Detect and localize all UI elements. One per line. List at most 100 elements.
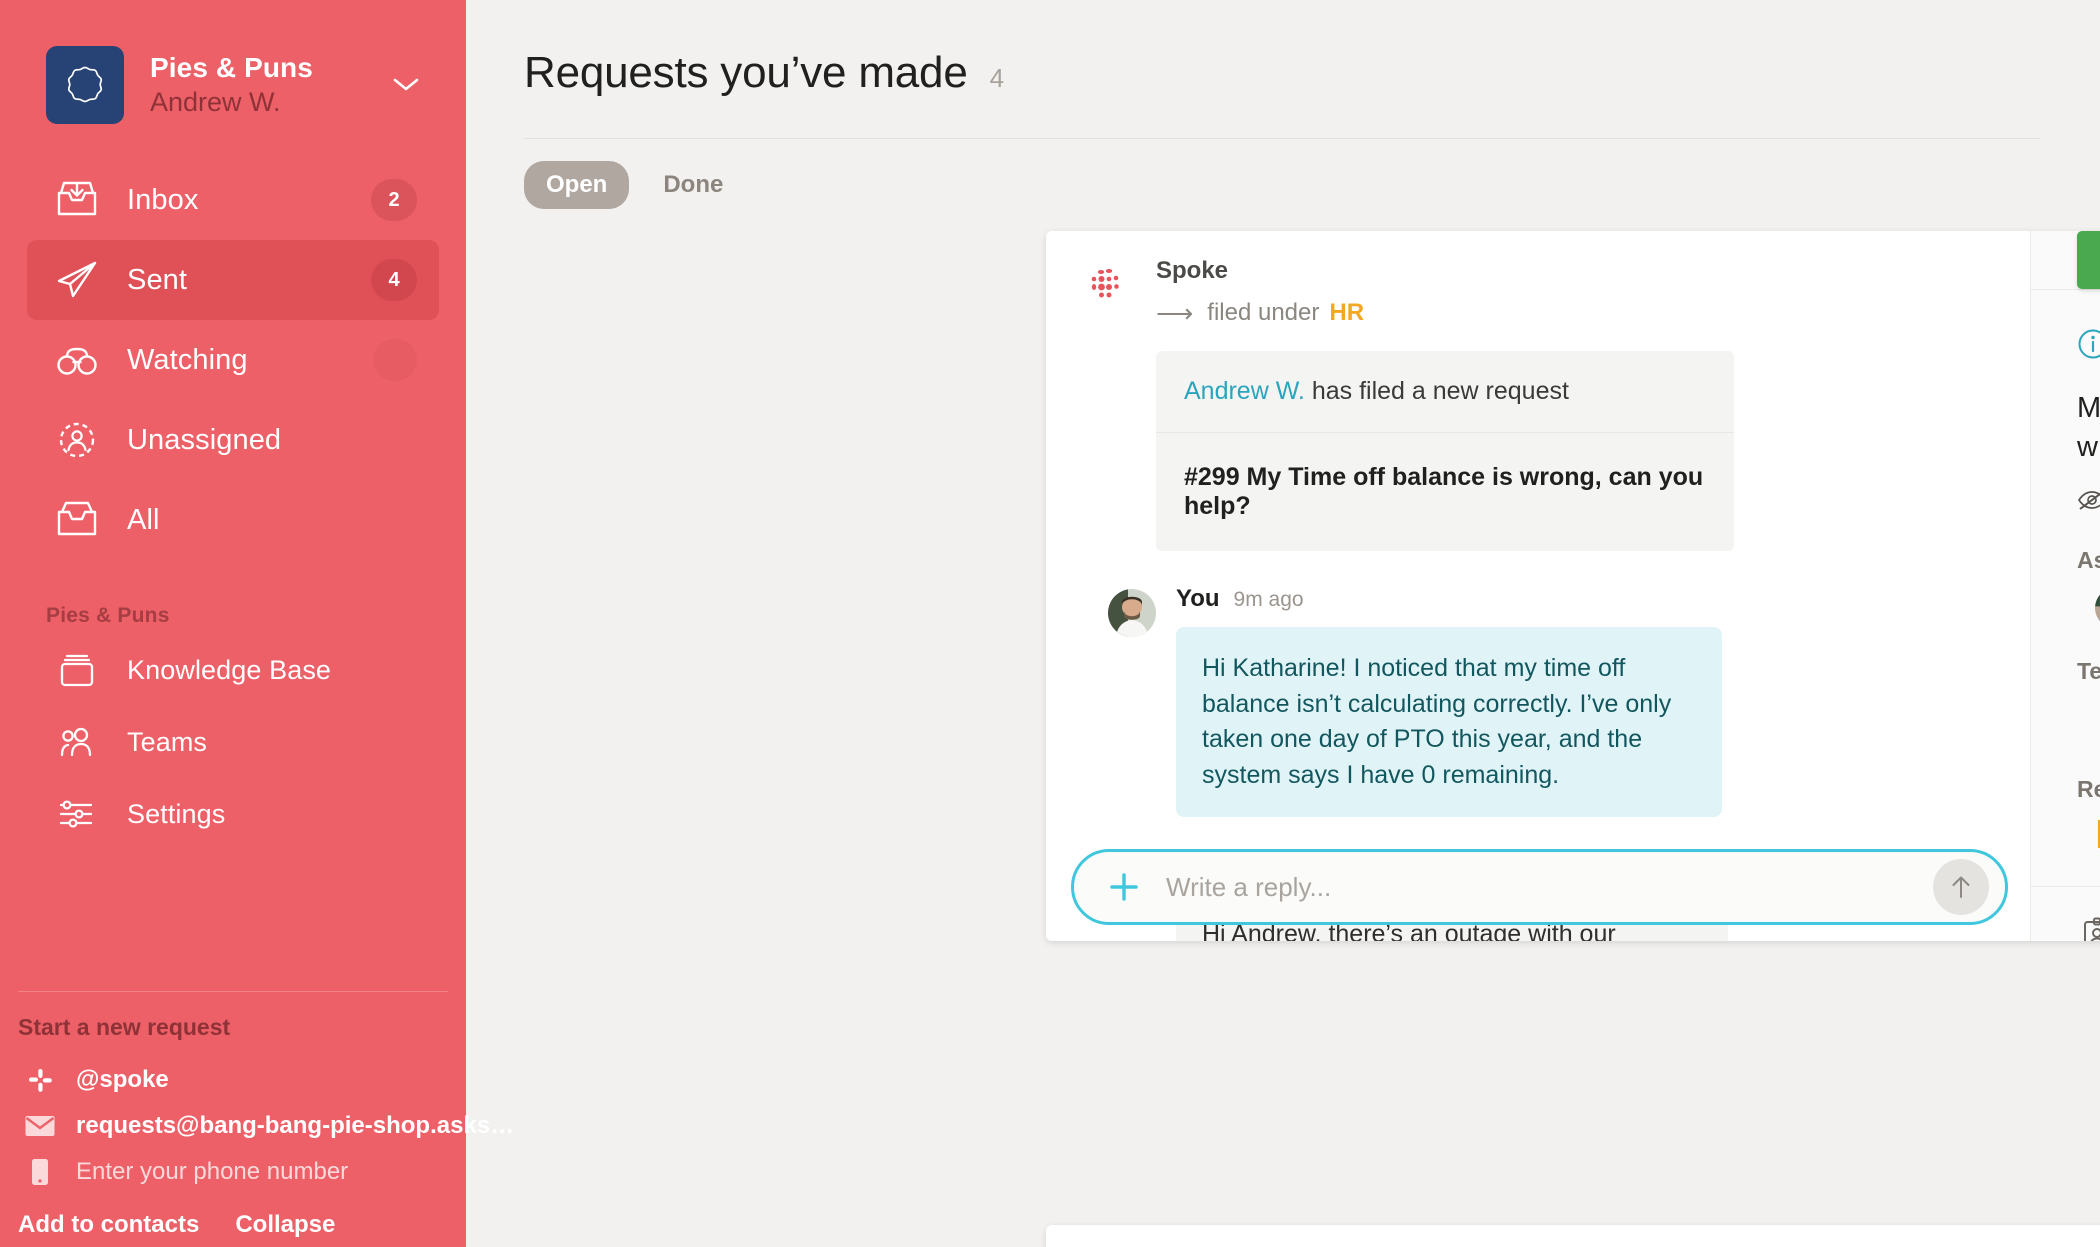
sidebar-section-title: Pies & Puns	[46, 604, 170, 627]
next-request-card[interactable]	[1046, 1225, 2100, 1247]
divider	[18, 991, 448, 992]
paper-plane-icon	[49, 257, 105, 303]
message-header: You 9m ago	[1176, 585, 1990, 613]
channel-label: requests@bang-bang-pie-shop.asks…	[76, 1112, 515, 1139]
info-panel-toolbar: Mark as done	[2031, 231, 2100, 290]
sidebar-item-unassigned[interactable]: Unassigned	[27, 400, 439, 480]
sidebar-item-watching[interactable]: Watching	[27, 320, 439, 400]
page-title-row: Requests you’ve made 4	[524, 48, 2040, 98]
conversation-content: Spoke ⟶ filed under HR Andrew W. has fil…	[1046, 231, 2030, 941]
channel-email[interactable]: requests@bang-bang-pie-shop.asks…	[18, 1103, 514, 1149]
sidebar-item-settings[interactable]: Settings	[27, 778, 439, 850]
sidebar-item-label: Inbox	[127, 183, 199, 216]
sidebar-item-teams[interactable]: Teams	[27, 706, 439, 778]
sliders-icon	[49, 791, 105, 837]
chevron-down-icon[interactable]	[386, 76, 426, 94]
org-meta: Pies & Puns Andrew W.	[150, 51, 386, 120]
filed-under-team[interactable]: HR	[1329, 299, 1364, 327]
system-message-line: Andrew W. has filed a new request	[1156, 351, 1734, 432]
requester-row[interactable]: Requester Andrew W.	[2031, 885, 2100, 941]
channel-slack[interactable]: @spoke	[18, 1057, 466, 1103]
app-root: Pies & Puns Andrew W. Inbox 2 Sent 4 Wat…	[0, 0, 2100, 1247]
team-value[interactable]: HR	[2077, 699, 2100, 746]
reply-input[interactable]	[1166, 871, 1933, 903]
sidebar-footer-actions: Add to contacts Collapse	[18, 1211, 466, 1239]
main-content: Requests you’ve made 4 Open Done Spoke ⟶…	[466, 0, 2100, 1247]
sidebar: Pies & Puns Andrew W. Inbox 2 Sent 4 Wat…	[0, 0, 514, 1247]
sidebar-item-label: Teams	[127, 726, 208, 757]
conversation-pane: Spoke ⟶ filed under HR Andrew W. has fil…	[1046, 231, 2030, 941]
info-panel-body: Info My Time off balance is wrong, can y…	[2031, 290, 2100, 856]
sidebar-item-inbox[interactable]: Inbox 2	[27, 160, 439, 240]
page-count: 4	[989, 63, 1005, 93]
conversation-source: Spoke ⟶ filed under HR	[1086, 257, 1990, 327]
collapse-button[interactable]: Collapse	[235, 1211, 335, 1239]
message-row: You 9m ago Hi Katharine! I noticed that …	[1108, 585, 1990, 817]
page-header: Requests you’ve made 4 Open Done	[466, 0, 2100, 209]
org-user: Andrew W.	[150, 86, 281, 117]
system-request-subject: #299 My Time off balance is wrong, can y…	[1184, 463, 1704, 520]
request-card: Spoke ⟶ filed under HR Andrew W. has fil…	[1046, 231, 2100, 941]
info-circle-icon	[2077, 328, 2100, 365]
org-switcher[interactable]: Pies & Puns Andrew W.	[0, 0, 466, 124]
sidebar-badge: 4	[371, 259, 417, 301]
page-title: Requests you’ve made	[524, 48, 968, 97]
send-button[interactable]	[1933, 859, 1989, 915]
info-panel-rows: Requester Andrew W.	[2031, 885, 2100, 941]
channel-phone[interactable]: Enter your phone number	[18, 1149, 466, 1195]
message-author: You	[1176, 585, 1220, 612]
sidebar-item-label: Watching	[127, 343, 248, 376]
sidebar-item-label: All	[127, 503, 160, 536]
sidebar-item-label: Knowledge Base	[127, 654, 332, 685]
sidebar-footer: Start a new request @spoke requests@bang…	[0, 991, 514, 1247]
add-to-contacts-button[interactable]: Add to contacts	[18, 1211, 199, 1239]
system-actor-link[interactable]: Andrew W.	[1184, 377, 1305, 405]
sidebar-item-label: Unassigned	[127, 423, 282, 456]
secondary-nav: Knowledge Base Teams Settings	[0, 634, 466, 850]
reply-input-container[interactable]	[1071, 849, 2008, 925]
message-bubble: Hi Katharine! I noticed that my time off…	[1176, 627, 1722, 817]
request-type-label: Request type	[2077, 775, 2100, 802]
filed-under-row: ⟶ filed under HR	[1156, 299, 1990, 327]
sidebar-badge: 2	[371, 179, 417, 221]
unassigned-person-icon	[49, 417, 105, 463]
start-new-request-title: Start a new request	[18, 1014, 231, 1040]
pie-crust-icon	[67, 66, 103, 103]
source-name: Spoke	[1156, 257, 1229, 284]
people-icon	[49, 719, 105, 765]
assignee-label: Assignee	[2077, 546, 2100, 573]
sidebar-item-knowledge-base[interactable]: Knowledge Base	[27, 634, 439, 706]
tray-icon	[49, 497, 105, 543]
spoke-logo-icon	[1086, 263, 1134, 312]
sidebar-badge	[373, 339, 417, 381]
note-icon	[2095, 817, 2100, 856]
phone-icon	[18, 1157, 62, 1187]
assignee-value[interactable]: Katharine A.	[2077, 587, 2100, 628]
id-badge-icon	[2077, 917, 2100, 941]
conversation-source-meta: Spoke ⟶ filed under HR	[1156, 257, 1990, 327]
binoculars-icon	[49, 337, 105, 383]
plus-icon[interactable]	[1104, 870, 1144, 904]
channel-label: Enter your phone number	[76, 1158, 349, 1185]
tab-bar: Open Done	[524, 139, 2040, 209]
org-name: Pies & Puns	[150, 51, 313, 83]
tab-open[interactable]: Open	[524, 161, 630, 209]
inbox-download-icon	[49, 177, 105, 223]
primary-nav: Inbox 2 Sent 4 Watching Unassigned All	[0, 160, 466, 560]
sidebar-item-sent[interactable]: Sent 4	[27, 240, 439, 320]
book-stack-icon	[49, 647, 105, 693]
privacy-row: Private	[2077, 488, 2100, 517]
info-panel: Mark as done	[2030, 231, 2100, 941]
channel-label: @spoke	[76, 1066, 169, 1093]
request-type-value[interactable]: General	[2077, 817, 2100, 856]
message-body: You 9m ago Hi Katharine! I noticed that …	[1176, 585, 1990, 817]
info-section-header: Info	[2077, 328, 2100, 365]
envelope-icon	[18, 1113, 62, 1139]
mark-as-done-button[interactable]: Mark as done	[2077, 231, 2100, 289]
system-action-text: has filed a new request	[1311, 377, 1569, 405]
tab-done[interactable]: Done	[641, 161, 745, 209]
avatar	[1108, 589, 1156, 637]
request-title: My Time off balance is wrong, can you he…	[2077, 392, 2100, 464]
sidebar-item-label: Settings	[127, 798, 226, 829]
sidebar-item-all[interactable]: All	[27, 480, 439, 560]
